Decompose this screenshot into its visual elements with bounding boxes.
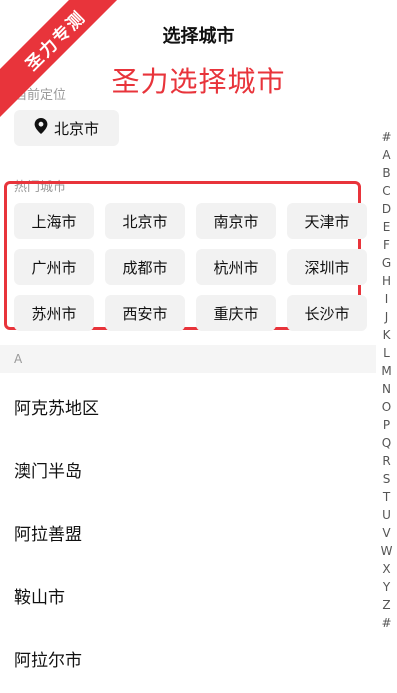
location-pin-icon	[34, 118, 48, 138]
index-letter[interactable]: F	[383, 236, 390, 254]
section-header-a: A	[0, 345, 376, 373]
hot-city-button[interactable]: 成都市	[105, 249, 185, 285]
index-letter[interactable]: I	[385, 290, 389, 308]
hot-city-button[interactable]: 长沙市	[287, 295, 367, 331]
index-letter[interactable]: O	[382, 398, 391, 416]
index-letter[interactable]: J	[385, 308, 389, 326]
index-letter[interactable]: N	[382, 380, 391, 398]
index-letter[interactable]: #	[381, 128, 391, 146]
hot-city-button[interactable]: 上海市	[14, 203, 94, 239]
index-letter[interactable]: K	[383, 326, 391, 344]
city-list-item[interactable]: 阿克苏地区	[0, 378, 376, 441]
index-letter[interactable]: Z	[382, 596, 390, 614]
hot-city-button[interactable]: 天津市	[287, 203, 367, 239]
index-letter[interactable]: #	[381, 614, 391, 632]
hot-city-button[interactable]: 广州市	[14, 249, 94, 285]
alphabet-index-bar[interactable]: # A B C D E F G H I J K L M N O P Q R S T U V W X Y Z #	[376, 128, 397, 632]
index-letter[interactable]: G	[382, 254, 391, 272]
city-list: 阿克苏地区 澳门半岛 阿拉善盟 鞍山市 阿拉尔市	[0, 378, 376, 693]
hot-city-button[interactable]: 杭州市	[196, 249, 276, 285]
hot-city-button[interactable]: 苏州市	[14, 295, 94, 331]
index-letter[interactable]: L	[383, 344, 390, 362]
index-letter[interactable]: T	[383, 488, 390, 506]
hot-city-button[interactable]: 重庆市	[196, 295, 276, 331]
hot-city-button[interactable]: 北京市	[105, 203, 185, 239]
index-letter[interactable]: Y	[383, 578, 390, 596]
city-list-item[interactable]: 澳门半岛	[0, 441, 376, 504]
index-letter[interactable]: M	[381, 362, 391, 380]
index-letter[interactable]: A	[382, 146, 390, 164]
index-letter[interactable]: X	[382, 560, 390, 578]
city-list-item[interactable]: 阿拉善盟	[0, 504, 376, 567]
hot-city-button[interactable]: 深圳市	[287, 249, 367, 285]
index-letter[interactable]: S	[383, 470, 391, 488]
index-letter[interactable]: P	[383, 416, 390, 434]
index-letter[interactable]: V	[382, 524, 390, 542]
index-letter[interactable]: D	[382, 200, 391, 218]
index-letter[interactable]: W	[381, 542, 393, 560]
index-letter[interactable]: C	[382, 182, 390, 200]
city-list-item[interactable]: 鞍山市	[0, 567, 376, 630]
index-letter[interactable]: E	[383, 218, 391, 236]
hot-city-button[interactable]: 西安市	[105, 295, 185, 331]
hot-city-button[interactable]: 南京市	[196, 203, 276, 239]
index-letter[interactable]: Q	[382, 434, 391, 452]
city-list-item[interactable]: 阿拉尔市	[0, 630, 376, 693]
index-letter[interactable]: H	[382, 272, 391, 290]
hot-cities-grid: 上海市 北京市 南京市 天津市广州市 成都市 杭州市 深圳市苏州市 西安市 重庆市 长沙市	[14, 203, 367, 331]
index-letter[interactable]: U	[382, 506, 391, 524]
index-letter[interactable]: R	[382, 452, 390, 470]
current-city-name: 北京市	[53, 119, 99, 138]
index-letter[interactable]: B	[382, 164, 390, 182]
current-city-button[interactable]: 北京市	[14, 110, 119, 146]
